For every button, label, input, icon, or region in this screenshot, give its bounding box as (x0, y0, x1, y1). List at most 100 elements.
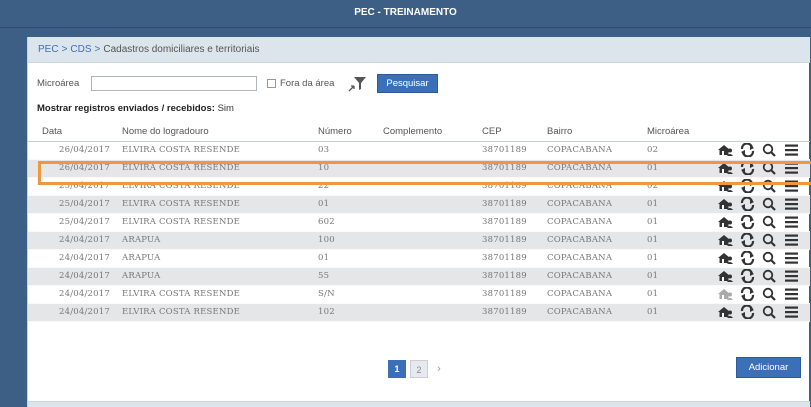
menu-icon[interactable] (783, 233, 800, 247)
house-family-icon[interactable] (717, 269, 734, 283)
table-row[interactable]: 24/04/2017 ARAPUA 100 38701189 COPACABANA 01 (28, 231, 810, 250)
magnifier-icon[interactable] (761, 161, 778, 175)
add-button[interactable]: Adicionar (736, 357, 801, 378)
col-header-logradouro[interactable]: Nome do logradouro (122, 122, 318, 142)
magnifier-icon[interactable] (761, 215, 778, 229)
menu-icon[interactable] (783, 251, 800, 265)
refresh-icon[interactable] (739, 143, 756, 157)
col-header-bairro[interactable]: Bairro (547, 122, 647, 142)
col-header-cep[interactable]: CEP (482, 122, 547, 142)
page-1-button[interactable]: 1 (388, 360, 406, 378)
magnifier-icon[interactable] (761, 305, 778, 319)
main-panel: PEC > CDS > Cadastros domiciliares e territo… (27, 37, 811, 407)
refresh-icon[interactable] (739, 287, 756, 301)
cell-numero: S/N (318, 285, 383, 304)
table-row[interactable]: 24/04/2017 ELVIRA COSTA RESENDE 102 3870118… (28, 303, 810, 322)
house-family-icon[interactable] (717, 233, 734, 247)
house-family-icon[interactable] (717, 215, 734, 229)
table-row[interactable]: 26/04/2017 ELVIRA COSTA RESENDE 03 38701189… (28, 141, 810, 160)
refresh-icon[interactable] (739, 179, 756, 193)
cell-microarea: 02 (647, 141, 715, 160)
refresh-icon[interactable] (739, 215, 756, 229)
menu-icon[interactable] (783, 179, 800, 193)
next-page-icon[interactable]: › (430, 360, 448, 378)
refresh-icon[interactable] (739, 251, 756, 265)
table-row[interactable]: 25/04/2017 ELVIRA COSTA RESENDE 01 38701189… (28, 195, 810, 214)
cell-data: 26/04/2017 (28, 159, 122, 178)
table-row[interactable]: 26/04/2017 ELVIRA COSTA RESENDE 10 38701189… (28, 159, 810, 178)
cell-logradouro: ARAPUA (122, 249, 318, 268)
page-2-button[interactable]: 2 (410, 360, 428, 378)
house-family-icon[interactable] (717, 305, 734, 319)
cell-microarea: 01 (647, 249, 715, 268)
cell-logradouro: ARAPUA (122, 267, 318, 286)
cell-microarea: 01 (647, 159, 715, 178)
refresh-icon[interactable] (739, 305, 756, 319)
magnifier-icon[interactable] (761, 179, 778, 193)
cell-bairro: COPACABANA (547, 141, 647, 160)
menu-icon[interactable] (783, 305, 800, 319)
cell-logradouro: ELVIRA COSTA RESENDE (122, 141, 318, 160)
menu-icon[interactable] (783, 143, 800, 157)
cell-numero: 01 (318, 195, 383, 214)
cell-numero: 10 (318, 159, 383, 178)
col-header-complemento[interactable]: Complemento (383, 122, 482, 142)
menu-icon[interactable] (783, 215, 800, 229)
house-family-icon[interactable] (717, 161, 734, 175)
sent-received-info: Mostrar registros enviados / recebidos: … (37, 103, 234, 114)
menu-icon[interactable] (783, 269, 800, 283)
cell-microarea: 01 (647, 213, 715, 232)
table-row[interactable]: 24/04/2017 ARAPUA 55 38701189 COPACABANA 01 (28, 267, 810, 286)
magnifier-icon[interactable] (761, 251, 778, 265)
table-body: 26/04/2017 ELVIRA COSTA RESENDE 03 38701189… (28, 141, 810, 322)
breadcrumb: PEC > CDS > Cadastros domiciliares e territo… (28, 37, 810, 63)
cell-microarea: 01 (647, 195, 715, 214)
magnifier-icon[interactable] (761, 269, 778, 283)
app-title-bar: PEC - TREINAMENTO (0, 0, 811, 28)
col-header-microarea[interactable]: Microárea (647, 122, 715, 142)
row-actions (715, 249, 810, 268)
menu-icon[interactable] (783, 287, 800, 301)
col-header-numero[interactable]: Número (318, 122, 383, 142)
cell-bairro: COPACABANA (547, 213, 647, 232)
table-row[interactable]: 24/04/2017 ELVIRA COSTA RESENDE S/N 3870118… (28, 285, 810, 304)
magnifier-icon[interactable] (761, 143, 778, 157)
refresh-icon[interactable] (739, 197, 756, 211)
refresh-icon[interactable] (739, 233, 756, 247)
microarea-input[interactable] (91, 76, 257, 91)
row-actions (715, 303, 810, 322)
cell-complemento (383, 159, 482, 178)
house-family-icon[interactable] (717, 143, 734, 157)
house-family-icon[interactable] (717, 287, 734, 301)
microarea-label: Microárea (37, 78, 80, 89)
table-row[interactable]: 25/04/2017 ELVIRA COSTA RESENDE 602 3870118… (28, 213, 810, 232)
search-button[interactable]: Pesquisar (377, 74, 438, 93)
magnifier-icon[interactable] (761, 233, 778, 247)
row-actions (715, 231, 810, 250)
cell-cep: 38701189 (482, 285, 547, 304)
cell-complemento (383, 177, 482, 196)
menu-icon[interactable] (783, 197, 800, 211)
col-header-data[interactable]: Data (28, 122, 122, 142)
table-row[interactable]: 25/04/2017 ELVIRA COSTA RESENDE 22 38701189… (28, 177, 810, 196)
table-header-row: Data Nome do logradouro Número Complemen… (28, 122, 810, 142)
house-family-icon[interactable] (717, 179, 734, 193)
refresh-icon[interactable] (739, 161, 756, 175)
table-row[interactable]: 24/04/2017 ARAPUA 01 38701189 COPACABANA 01 (28, 249, 810, 268)
fora-da-area-checkbox[interactable] (267, 79, 276, 88)
breadcrumb-pec-link[interactable]: PEC (38, 44, 59, 55)
cell-microarea: 02 (647, 177, 715, 196)
magnifier-icon[interactable] (761, 197, 778, 211)
house-family-icon[interactable] (717, 197, 734, 211)
cell-logradouro: ELVIRA COSTA RESENDE (122, 213, 318, 232)
cell-numero: 602 (318, 213, 383, 232)
breadcrumb-cds-link[interactable]: CDS (70, 44, 91, 55)
house-family-icon[interactable] (717, 251, 734, 265)
menu-icon[interactable] (783, 161, 800, 175)
magnifier-icon[interactable] (761, 287, 778, 301)
cell-data: 24/04/2017 (28, 303, 122, 322)
filter-icon[interactable] (348, 75, 368, 93)
refresh-icon[interactable] (739, 269, 756, 283)
row-actions (715, 285, 810, 304)
cell-cep: 38701189 (482, 159, 547, 178)
